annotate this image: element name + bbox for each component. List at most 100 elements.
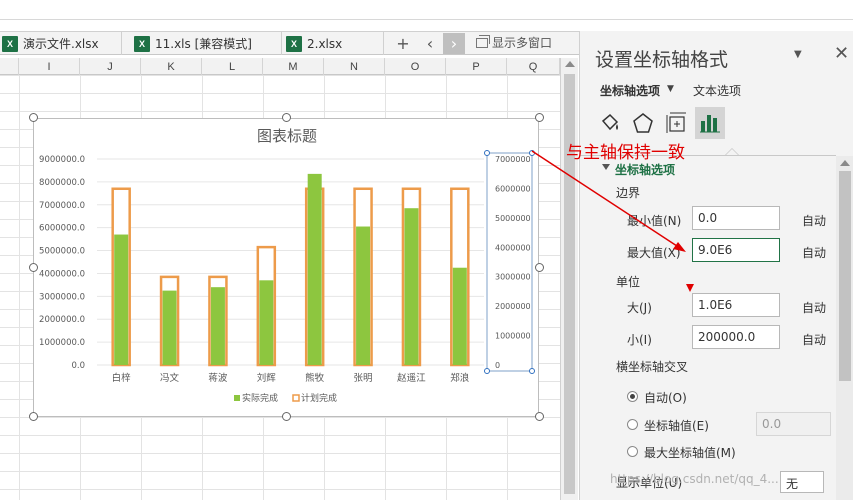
scroll-thumb[interactable] (564, 74, 575, 494)
x-tick-label: 赵遥江 (397, 372, 426, 384)
major-unit-label: 大(J) (627, 301, 652, 315)
col-header-m[interactable]: M (263, 58, 324, 75)
y-tick-label: 2000000.0 (39, 315, 85, 325)
col-header-partial[interactable] (0, 58, 19, 75)
pentagon-effects-icon[interactable] (628, 107, 658, 139)
max-value-input[interactable] (692, 238, 780, 262)
col-header-n[interactable]: N (324, 58, 385, 75)
col-header-k[interactable]: K (141, 58, 202, 75)
y-tick-label: 6000000.0 (39, 224, 85, 234)
col-header-j[interactable]: J (80, 58, 141, 75)
bar-actual (404, 208, 419, 365)
resize-handle[interactable] (535, 412, 544, 421)
resize-handle[interactable] (282, 113, 291, 122)
pane-vertical-scrollbar[interactable] (836, 156, 853, 500)
resize-handle[interactable] (535, 113, 544, 122)
format-axis-pane: 设置坐标轴格式 ▼ ✕ 坐标轴选项 ▼ 文本选项 坐标轴选项 边界 最小值(N)… (579, 31, 853, 500)
bar-actual (452, 267, 467, 365)
cross-value-label[interactable]: 坐标轴值(E) (644, 417, 709, 434)
section-axis-options[interactable]: 坐标轴选项 (615, 161, 675, 178)
axis-handle (529, 368, 535, 374)
x-tick-label: 白梓 (112, 372, 132, 384)
scroll-up-icon[interactable] (840, 160, 850, 166)
display-units-select[interactable]: 无 (780, 471, 824, 493)
col-header-o[interactable]: O (385, 58, 446, 75)
title-strip (0, 0, 853, 20)
fill-line-icon[interactable] (595, 107, 625, 139)
y2-tick-label: 0 (495, 361, 500, 370)
cross-value-radio[interactable] (627, 419, 638, 430)
y-tick-label: 3000000.0 (39, 292, 85, 302)
workbook-tab-bar: X 演示文件.xlsx X 11.xls [兼容模式] X 2.xlsx + ‹… (0, 31, 587, 55)
resize-handle[interactable] (29, 113, 38, 122)
tab-text-options[interactable]: 文本选项 (693, 82, 741, 99)
max-auto-button[interactable]: 自动 (802, 244, 826, 261)
column-header: I J K L M N O P Q (0, 58, 560, 75)
resize-handle[interactable] (282, 412, 291, 421)
minor-auto-button[interactable]: 自动 (802, 331, 826, 348)
axis-options-bar-icon[interactable] (695, 107, 725, 139)
y-tick-label: 8000000.0 (39, 178, 85, 188)
x-tick-label: 张明 (354, 373, 373, 384)
axis-handle (484, 150, 490, 156)
pane-title: 设置坐标轴格式 (595, 49, 729, 71)
tab-11-xls[interactable]: X 11.xls [兼容模式] (130, 32, 282, 55)
cross-auto-radio[interactable] (627, 391, 638, 402)
chart-area[interactable]: 图表标题 0.0 1000000.0 2000000.0 3000000.0 400000… (33, 118, 539, 417)
col-header-p[interactable]: P (446, 58, 507, 75)
collapse-triangle-icon[interactable] (602, 164, 610, 170)
prev-tab-button[interactable]: ‹ (419, 33, 441, 54)
major-auto-button[interactable]: 自动 (802, 299, 826, 316)
col-header-l[interactable]: L (202, 58, 263, 75)
scroll-thumb[interactable] (839, 171, 851, 381)
tab-axis-options[interactable]: 坐标轴选项 (600, 82, 660, 99)
minor-unit-label: 小(I) (627, 333, 652, 347)
bar-actual (162, 290, 177, 365)
min-auto-button[interactable]: 自动 (802, 212, 826, 229)
bar-actual (114, 234, 129, 365)
cross-max-radio[interactable] (627, 446, 638, 457)
major-unit-input[interactable] (692, 293, 780, 317)
bar-actual (307, 173, 322, 365)
chart-svg: 图表标题 0.0 1000000.0 2000000.0 3000000.0 400000… (39, 127, 535, 404)
cross-auto-label[interactable]: 自动(O) (644, 389, 687, 406)
close-icon[interactable]: ✕ (834, 43, 849, 64)
cross-max-label[interactable]: 最大坐标轴值(M) (644, 444, 736, 461)
next-tab-button[interactable]: › (443, 33, 465, 54)
y-tick-label: 7000000.0 (39, 201, 85, 211)
size-properties-icon[interactable] (661, 107, 691, 139)
min-value-input[interactable] (692, 206, 780, 230)
bar-actual (356, 226, 371, 365)
col-header-i[interactable]: I (19, 58, 80, 75)
selected-tab-caret (725, 148, 739, 155)
multi-window-button[interactable]: 显示多窗口 (476, 34, 552, 51)
chevron-down-icon[interactable]: ▼ (667, 84, 674, 94)
pane-options-dropdown[interactable]: ▼ (794, 49, 802, 60)
x-tick-label: 蒋波 (208, 372, 228, 384)
tab-demo-file[interactable]: X 演示文件.xlsx (0, 32, 122, 55)
col-header-q[interactable]: Q (507, 58, 560, 75)
tab-label: 11.xls [兼容模式] (155, 37, 252, 51)
chart-title: 图表标题 (257, 127, 317, 145)
y-tick-label: 1000000.0 (39, 338, 85, 348)
scroll-up-icon[interactable] (565, 61, 575, 67)
minor-unit-input[interactable] (692, 325, 780, 349)
watermark: https://blog.csdn.net/qq_4... (610, 472, 779, 486)
tab-label: 2.xlsx (307, 36, 343, 51)
cross-value-input[interactable] (756, 412, 831, 436)
max-label: 最大值(X) (627, 246, 681, 260)
tab-2-xlsx[interactable]: X 2.xlsx (282, 32, 384, 55)
units-label: 单位 (616, 275, 641, 289)
min-label: 最小值(N) (627, 214, 682, 228)
resize-handle[interactable] (29, 412, 38, 421)
y2-tick-label: 4000000 (495, 243, 531, 252)
bounds-label: 边界 (616, 186, 641, 200)
x-tick-label: 郑浪 (450, 372, 470, 384)
sheet-vertical-scrollbar[interactable] (560, 58, 578, 500)
resize-handle[interactable] (535, 263, 544, 272)
y2-tick-label: 7000000 (495, 155, 531, 164)
tab-label: 演示文件.xlsx (23, 37, 99, 51)
cross-label: 横坐标轴交叉 (616, 360, 689, 374)
resize-handle[interactable] (29, 263, 38, 272)
add-tab-button[interactable]: + (392, 33, 414, 54)
